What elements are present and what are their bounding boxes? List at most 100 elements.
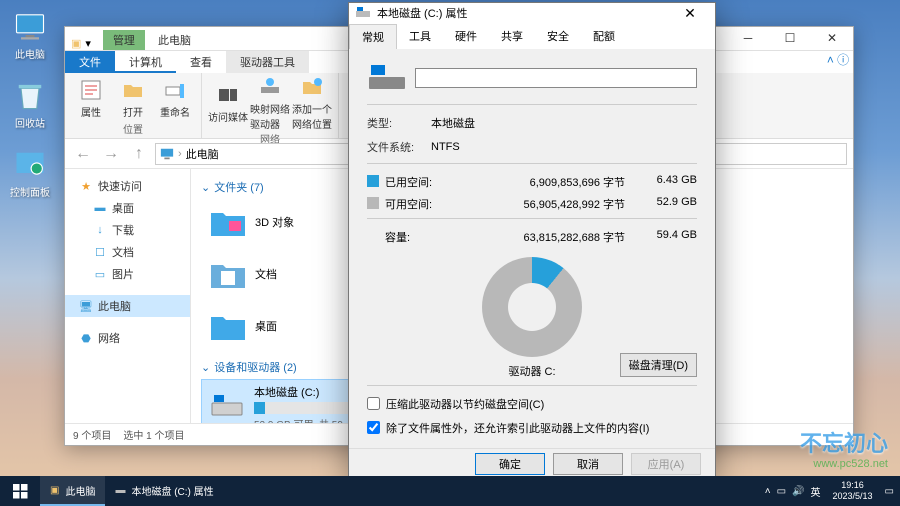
ribbon-add-location[interactable]: 添加一个 网络位置 <box>292 75 332 131</box>
nav-desktop[interactable]: ▬桌面 <box>65 197 190 219</box>
this-pc-icon: 🖥 <box>79 299 93 313</box>
nav-quick-access[interactable]: ★快速访问 <box>65 175 190 197</box>
desktop-recycle-bin[interactable]: 回收站 <box>8 77 52 130</box>
pictures-icon: ▭ <box>93 267 107 281</box>
desktop-this-pc[interactable]: 此电脑 <box>8 8 52 61</box>
selected-count: 选中 1 个项目 <box>123 427 184 442</box>
total-label: 容量: <box>385 229 443 245</box>
nav-documents[interactable]: ☐文档 <box>65 241 190 263</box>
fs-value: NTFS <box>431 141 697 153</box>
add-location-icon <box>300 75 324 99</box>
desktop-icon: ▬ <box>93 201 107 215</box>
drive-icon <box>355 5 371 21</box>
properties-dialog: 本地磁盘 (C:) 属性 ✕ 常规 工具 硬件 共享 安全 配额 类型:本地磁盘… <box>348 2 716 480</box>
start-button[interactable] <box>0 476 40 506</box>
ribbon-open[interactable]: 打开 <box>113 75 153 121</box>
index-checkbox[interactable] <box>367 421 380 434</box>
map-drive-icon <box>258 75 282 99</box>
open-icon <box>121 78 145 102</box>
tab-file[interactable]: 文件 <box>65 51 115 73</box>
watermark: 不忘初心 www.pc528.net <box>800 426 888 470</box>
folder-icon <box>209 307 247 345</box>
recycle-bin-icon <box>12 77 48 113</box>
tab-drive-tools[interactable]: 驱动器工具 <box>226 51 309 73</box>
cancel-button[interactable]: 取消 <box>553 453 623 475</box>
tray-notifications-icon[interactable]: ▭ <box>885 486 894 497</box>
total-bytes: 63,815,282,688 字节 <box>443 229 625 245</box>
compress-checkbox[interactable] <box>367 397 380 410</box>
used-bytes: 6,909,853,696 字节 <box>443 174 625 190</box>
nav-forward-button[interactable]: → <box>99 142 123 166</box>
download-icon: ↓ <box>93 223 107 237</box>
address-label: 此电脑 <box>186 146 219 162</box>
type-value: 本地磁盘 <box>431 115 697 131</box>
close-button[interactable]: ✕ <box>811 26 853 50</box>
tab-computer[interactable]: 计算机 <box>115 51 176 73</box>
help-icon[interactable]: ˄ ⓘ <box>823 51 853 73</box>
ribbon-map-drive[interactable]: 映射网络 驱动器 <box>250 75 290 131</box>
taskbar-app-explorer[interactable]: ▣ 此电脑 <box>40 476 105 506</box>
folder-icon <box>209 255 247 293</box>
item-count: 9 个项目 <box>73 427 111 442</box>
folder-icon: ▣ <box>71 37 81 50</box>
this-pc-icon <box>160 147 174 161</box>
close-button[interactable]: ✕ <box>671 5 709 22</box>
dialog-title: 本地磁盘 (C:) 属性 <box>377 5 671 21</box>
desktop-icon-label: 控制面板 <box>8 184 52 199</box>
nav-back-button[interactable]: ← <box>71 142 95 166</box>
folder-icon <box>209 203 247 241</box>
nav-up-button[interactable]: ↑ <box>127 142 151 166</box>
tab-sharing[interactable]: 共享 <box>489 24 535 49</box>
drive-icon: ▬ <box>115 485 125 496</box>
nav-network[interactable]: ⬣网络 <box>65 327 190 349</box>
drive-large-icon <box>367 61 415 96</box>
drive-letter-label: 驱动器 C: <box>508 363 555 379</box>
maximize-button[interactable]: ☐ <box>769 26 811 50</box>
nav-pictures[interactable]: ▭图片 <box>65 263 190 285</box>
this-pc-icon <box>12 8 48 44</box>
free-color-swatch <box>367 197 379 209</box>
tab-general[interactable]: 常规 <box>349 24 397 49</box>
free-bytes: 56,905,428,992 字节 <box>443 196 625 212</box>
drive-usage-bar <box>254 402 354 414</box>
apply-button[interactable]: 应用(A) <box>631 453 701 475</box>
tray-clock[interactable]: 19:16 2023/5/13 <box>827 480 879 502</box>
drive-icon <box>208 389 246 424</box>
disk-cleanup-button[interactable]: 磁盘清理(D) <box>620 353 697 377</box>
folder-icon: ▣ <box>50 485 59 496</box>
ribbon-group-location: 位置 <box>71 121 195 136</box>
rename-icon <box>163 78 187 102</box>
tray-chevron-icon[interactable]: ˄ <box>765 486 771 497</box>
taskbar: ▣ 此电脑 ▬ 本地磁盘 (C:) 属性 ˄ ▭ 🔊 英 19:16 2023/… <box>0 476 900 506</box>
tab-quota[interactable]: 配额 <box>581 24 627 49</box>
ribbon-properties[interactable]: 属性 <box>71 75 111 121</box>
tray-volume-icon[interactable]: 🔊 <box>792 486 804 497</box>
taskbar-app-properties[interactable]: ▬ 本地磁盘 (C:) 属性 <box>105 476 223 506</box>
tray-network-icon[interactable]: ▭ <box>777 486 786 497</box>
document-icon: ☐ <box>93 245 107 259</box>
tray-ime[interactable]: 英 <box>811 484 821 499</box>
compress-label: 压缩此驱动器以节约磁盘空间(C) <box>386 396 544 412</box>
tab-hardware[interactable]: 硬件 <box>443 24 489 49</box>
used-label: 已用空间: <box>385 174 443 190</box>
minimize-button[interactable]: ─ <box>727 26 769 50</box>
star-icon: ★ <box>79 179 93 193</box>
tab-view[interactable]: 查看 <box>176 51 226 73</box>
tab-tools[interactable]: 工具 <box>397 24 443 49</box>
ribbon-rename[interactable]: 重命名 <box>155 75 195 121</box>
desktop-control-panel[interactable]: 控制面板 <box>8 146 52 199</box>
used-color-swatch <box>367 175 379 187</box>
ok-button[interactable]: 确定 <box>475 453 545 475</box>
nav-this-pc[interactable]: 🖥此电脑 <box>65 295 190 317</box>
media-icon <box>216 83 240 107</box>
nav-downloads[interactable]: ↓下载 <box>65 219 190 241</box>
desktop-icon-label: 回收站 <box>8 115 52 130</box>
volume-label-input[interactable] <box>415 68 697 88</box>
navigation-pane: ★快速访问 ▬桌面 ↓下载 ☐文档 ▭图片 🖥此电脑 ⬣网络 <box>65 169 191 423</box>
type-label: 类型: <box>367 115 431 131</box>
tab-security[interactable]: 安全 <box>535 24 581 49</box>
free-gb: 52.9 GB <box>625 196 697 212</box>
qat-toggle-icon[interactable]: ▾ <box>85 37 91 50</box>
total-gb: 59.4 GB <box>625 229 697 245</box>
ribbon-access-media[interactable]: 访问媒体 <box>208 75 248 131</box>
